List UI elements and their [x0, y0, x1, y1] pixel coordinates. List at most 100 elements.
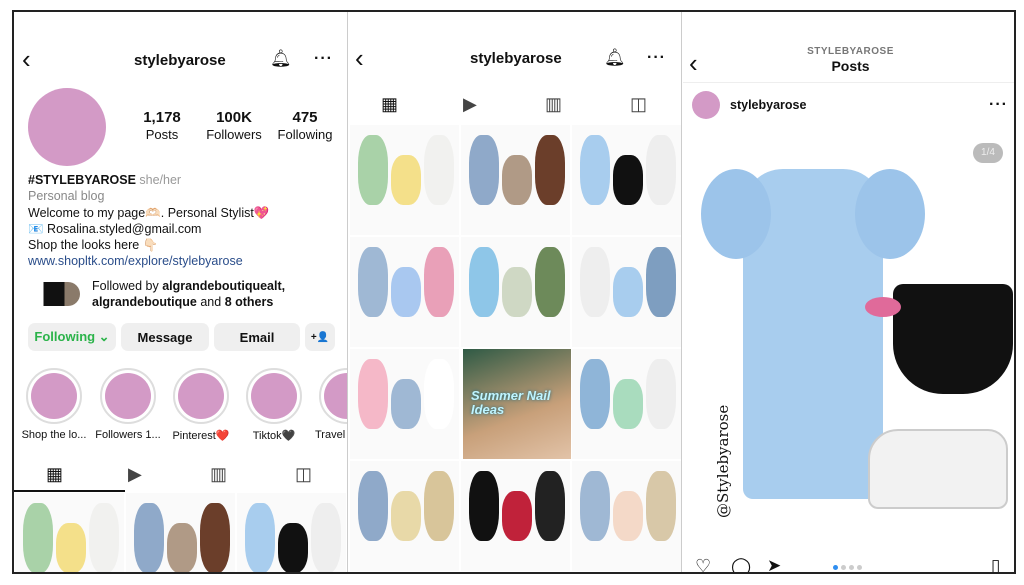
bell-icon[interactable]: 🔔︎	[604, 48, 626, 68]
stat-followers[interactable]: 100K Followers	[199, 109, 269, 144]
grid-post[interactable]	[571, 236, 681, 348]
grid-icon[interactable]: ▦	[381, 94, 398, 115]
grid-username: stylebyarose	[470, 50, 562, 67]
outfit-item	[200, 503, 230, 572]
outfit-item	[469, 247, 499, 317]
share-icon[interactable]: ➤	[767, 556, 781, 572]
outfit-item	[613, 379, 643, 429]
outfit-item	[358, 247, 388, 317]
reels-icon[interactable]: ▶︎	[128, 464, 142, 485]
guide-icon[interactable]: ▥	[210, 464, 227, 485]
category: Personal blog	[28, 189, 105, 204]
outfit-item	[358, 135, 388, 205]
pronouns: she/her	[139, 173, 182, 187]
following-button[interactable]: Following ⌄	[28, 323, 116, 351]
outfit-item	[391, 267, 421, 317]
outfit-item	[134, 503, 164, 572]
handbag-illustration	[893, 284, 1013, 394]
outfit-item	[278, 523, 308, 572]
reels-icon[interactable]: ▶︎	[463, 94, 477, 115]
stat-following[interactable]: 475 Following	[270, 109, 340, 144]
outfit-item	[245, 503, 275, 572]
grid-post[interactable]	[349, 236, 460, 348]
lips-illustration	[865, 297, 901, 317]
outfit-item	[469, 471, 499, 541]
outfit-item	[535, 247, 565, 317]
heart-icon[interactable]: ♡	[695, 556, 711, 572]
comment-icon[interactable]: ◯	[731, 556, 751, 572]
highlight-label: Pinterest❤️	[172, 430, 230, 442]
reel-overlay-text: Summer Nail Ideas	[471, 388, 551, 417]
post-avatar[interactable]	[692, 91, 720, 119]
bell-icon[interactable]: 🔔︎	[270, 49, 292, 69]
stat-posts[interactable]: 1,178 Posts	[127, 109, 197, 144]
bookmark-icon[interactable]: ▯	[991, 556, 1000, 572]
grid-post[interactable]	[14, 492, 125, 572]
tagged-icon[interactable]: ◫	[295, 464, 312, 485]
grid-panel: ‹ stylebyarose 🔔︎ ··· ▦ ▶︎ ▥ ◫ Summer Na…	[349, 12, 682, 572]
outfit-item	[89, 503, 119, 572]
grid-post[interactable]	[349, 348, 460, 460]
outfit-item	[56, 523, 86, 572]
post-panel: ‹ STYLEBYAROSE Posts stylebyarose ··· 1/…	[683, 12, 1014, 572]
tagged-icon[interactable]: ◫	[630, 94, 647, 115]
bio-line: Welcome to my page🫶🏻. Personal Stylist💖	[28, 205, 270, 220]
outfit-item	[646, 247, 676, 317]
avatar[interactable]	[28, 88, 106, 166]
outfit-item	[580, 471, 610, 541]
watermark: @Stylebyarose	[714, 404, 732, 518]
grid-post[interactable]	[236, 492, 347, 572]
outfit-item	[502, 267, 532, 317]
guide-icon[interactable]: ▥	[545, 94, 562, 115]
bio-line: Shop the looks here 👇🏻	[28, 238, 159, 253]
outfit-item	[580, 247, 610, 317]
sleeve	[701, 169, 771, 259]
divider	[683, 82, 1014, 83]
grid-icon[interactable]: ▦	[46, 464, 63, 485]
outfit-item	[424, 247, 454, 317]
grid-post-reel[interactable]: Summer Nail Ideas	[462, 348, 572, 460]
bio-line: 📧 Rosalina.styled@gmail.com	[28, 221, 202, 236]
grid-post[interactable]	[349, 124, 460, 236]
grid-post[interactable]	[125, 492, 236, 572]
profile-username: stylebyarose	[134, 52, 226, 69]
outfit-item	[23, 503, 53, 572]
carousel-dots	[833, 565, 863, 571]
more-icon[interactable]: ···	[647, 49, 666, 67]
grid-post[interactable]	[571, 460, 681, 572]
email-button[interactable]: Email	[214, 323, 300, 351]
outfit-item	[391, 155, 421, 205]
post-username[interactable]: stylebyarose	[730, 98, 806, 112]
bio-link[interactable]: www.shopltk.com/explore/stylebyarose	[28, 253, 347, 269]
message-button[interactable]: Message	[121, 323, 209, 351]
highlight[interactable]	[100, 368, 156, 424]
display-name: #STYLEBYAROSE	[28, 173, 136, 187]
back-icon[interactable]: ‹	[22, 46, 31, 72]
outfit-item	[167, 523, 197, 572]
grid-post[interactable]	[571, 348, 681, 460]
followers-avatars	[28, 282, 80, 306]
highlight[interactable]	[173, 368, 229, 424]
outfit-item	[391, 491, 421, 541]
grid-post[interactable]	[460, 236, 571, 348]
more-icon[interactable]: ···	[314, 50, 333, 68]
grid-post[interactable]	[460, 124, 571, 236]
highlight-label: Travel	[315, 429, 346, 441]
more-icon[interactable]: ···	[989, 96, 1008, 114]
outfit-item	[646, 359, 676, 429]
grid-post[interactable]	[349, 460, 460, 572]
followed-by[interactable]: Followed by algrandeboutiquealt, algrande…	[92, 278, 342, 310]
post-image[interactable]: 1/4 @Stylebyarose	[683, 129, 1014, 561]
outfit-item	[424, 135, 454, 205]
outfit-item	[502, 155, 532, 205]
grid-post[interactable]	[571, 124, 681, 236]
grid-post[interactable]	[460, 460, 571, 572]
outfit-item	[358, 359, 388, 429]
back-icon[interactable]: ‹	[355, 45, 364, 71]
add-user-button[interactable]: +👤	[305, 323, 335, 351]
highlight[interactable]	[319, 368, 347, 424]
highlight[interactable]	[246, 368, 302, 424]
outfit-item	[391, 379, 421, 429]
sleeve	[855, 169, 925, 259]
highlight[interactable]	[26, 368, 82, 424]
